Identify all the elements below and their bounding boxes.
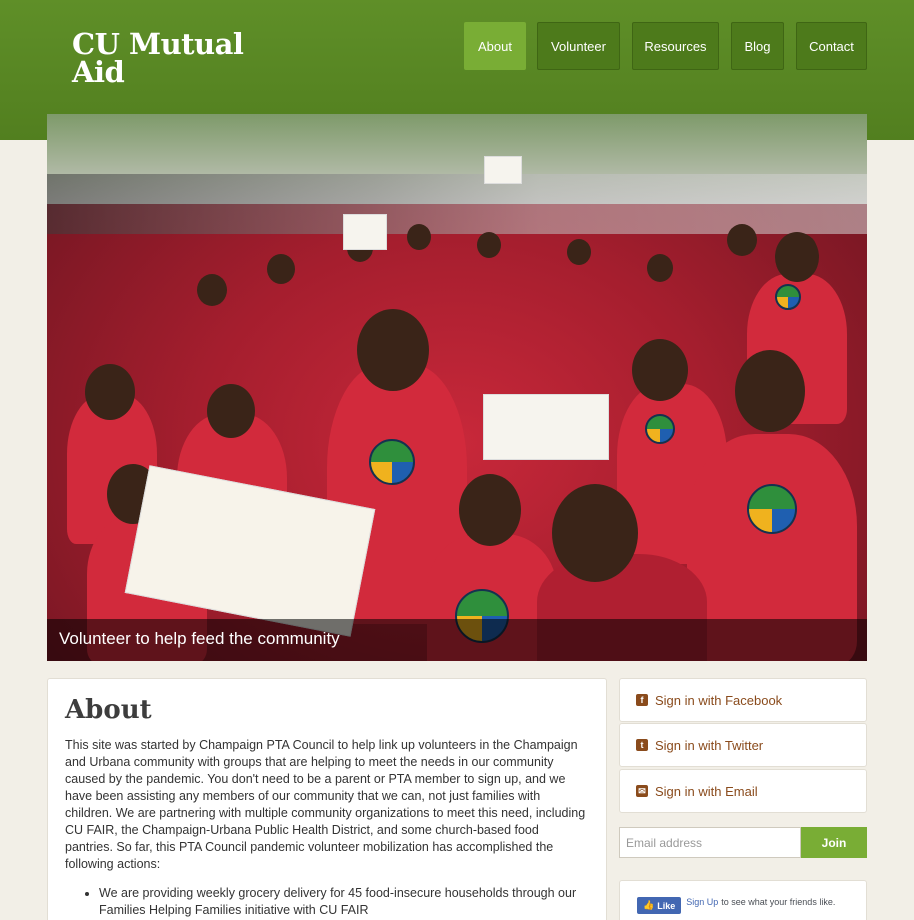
nav-contact[interactable]: Contact: [796, 22, 867, 70]
facebook-like-label: Like: [657, 900, 676, 911]
signin-twitter-button[interactable]: t Sign in with Twitter: [619, 723, 867, 767]
signin-facebook-button[interactable]: f Sign in with Facebook: [619, 678, 867, 722]
signin-twitter-label: Sign in with Twitter: [655, 737, 764, 753]
twitter-icon: t: [636, 739, 648, 751]
list-item: We are providing weekly grocery delivery…: [99, 885, 589, 919]
signin-email-button[interactable]: ✉ Sign in with Email: [619, 769, 867, 813]
facebook-widget-text: to see what your friends like.: [721, 897, 836, 907]
join-button[interactable]: Join: [801, 827, 867, 858]
facebook-icon: f: [636, 694, 648, 706]
hero-image: Volunteer to help feed the community: [47, 114, 867, 661]
main-nav: About Volunteer Resources Blog Contact: [0, 22, 914, 70]
envelope-icon: ✉: [636, 785, 648, 797]
signin-email-label: Sign in with Email: [655, 783, 758, 799]
about-paragraph: This site was started by Champaign PTA C…: [65, 738, 586, 871]
facebook-signup-link[interactable]: Sign Up: [686, 897, 718, 907]
signin-facebook-label: Sign in with Facebook: [655, 692, 783, 708]
thumbs-up-icon: 👍: [643, 900, 655, 910]
facebook-like-widget: 👍 Like Sign Up to see what your friends …: [619, 880, 867, 920]
about-actions-list: We are providing weekly grocery delivery…: [65, 885, 589, 919]
nav-blog[interactable]: Blog: [731, 22, 784, 70]
facebook-like-button[interactable]: 👍 Like: [637, 897, 682, 914]
nav-resources[interactable]: Resources: [632, 22, 719, 70]
email-field[interactable]: [619, 827, 801, 858]
about-section: About This site was started by Champaign…: [47, 678, 607, 920]
nav-volunteer[interactable]: Volunteer: [537, 22, 620, 70]
nav-about[interactable]: About: [464, 22, 526, 70]
hero-caption: Volunteer to help feed the community: [47, 619, 867, 661]
about-title: About: [65, 695, 152, 725]
crowd-illustration: [47, 114, 867, 661]
